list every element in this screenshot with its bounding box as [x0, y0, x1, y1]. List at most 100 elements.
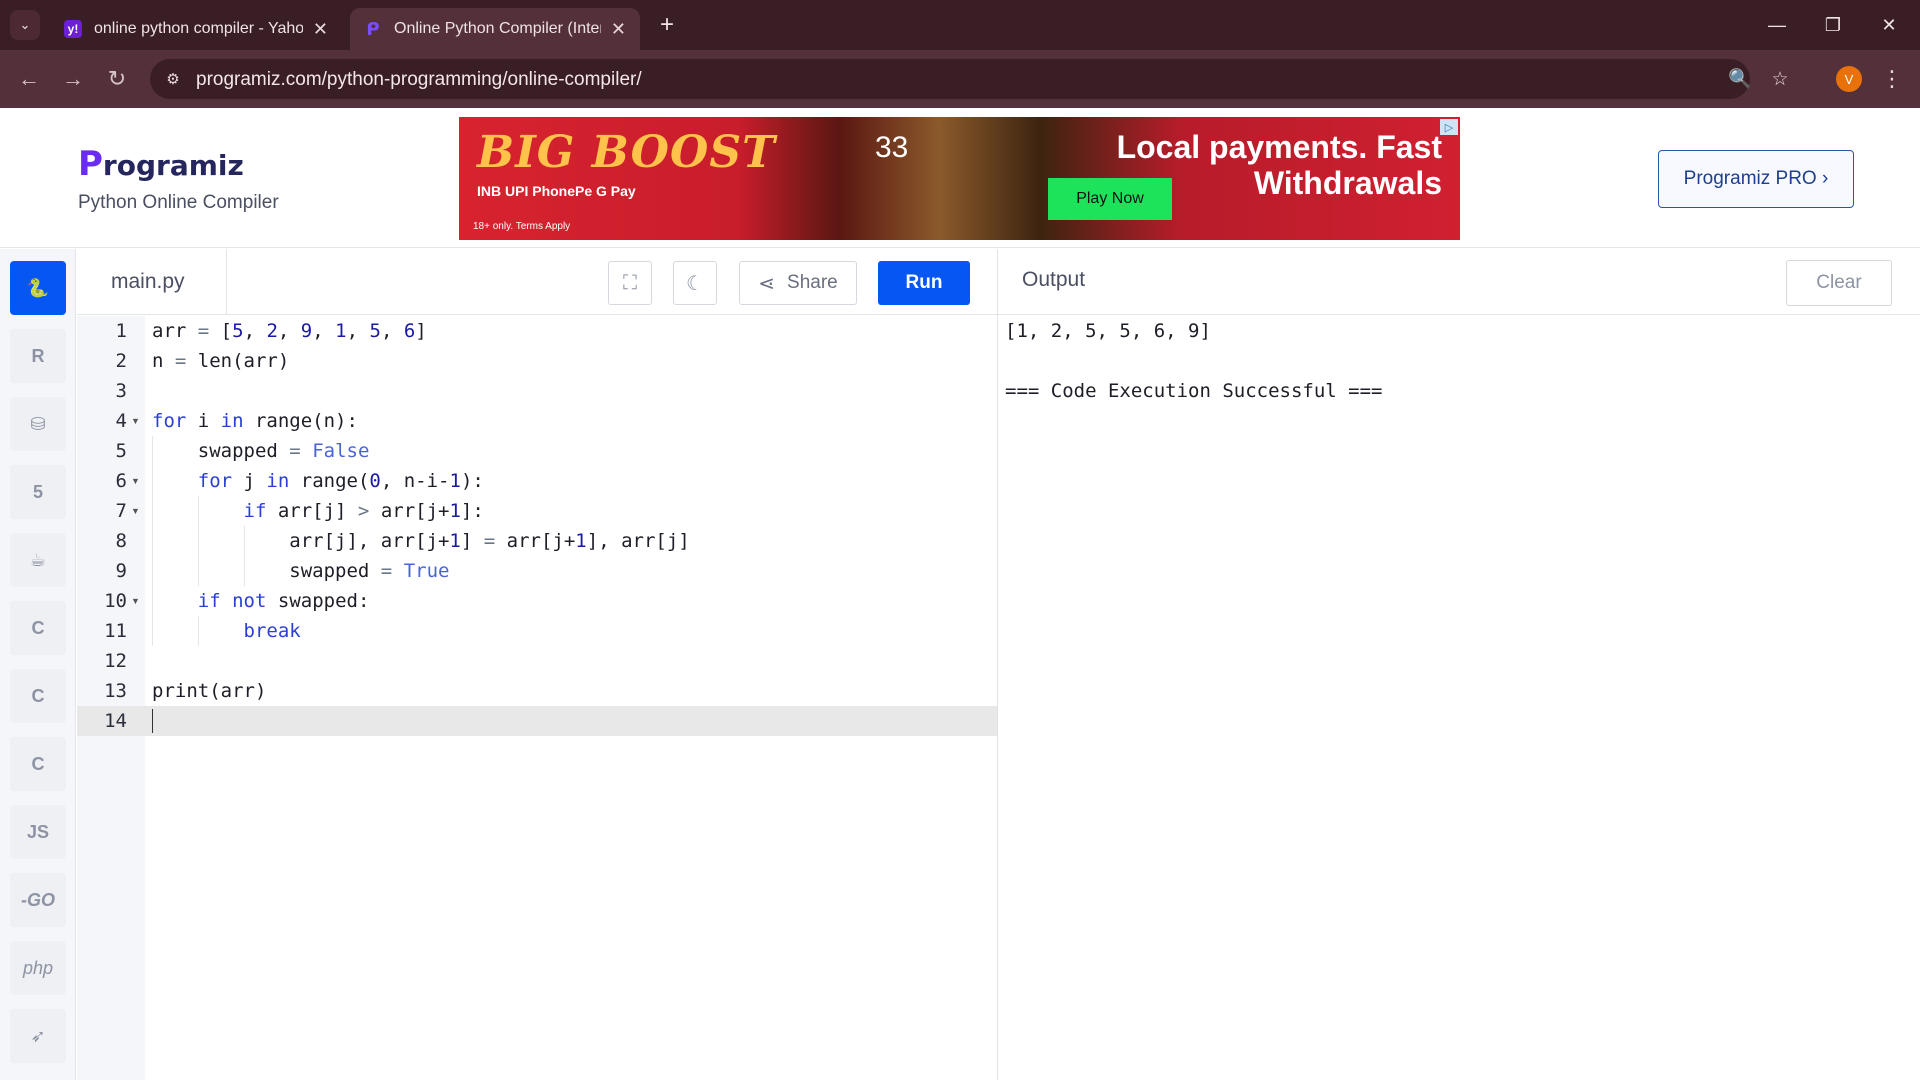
line-number: 9	[115, 560, 127, 582]
tab-title: online python compiler - Yahoo	[94, 20, 303, 37]
lang-sql-button[interactable]: ⛁	[10, 397, 66, 451]
close-icon: ✕	[1881, 14, 1897, 35]
programiz-logo[interactable]: Programiz	[78, 144, 244, 184]
line-number: 3	[115, 380, 127, 402]
site-header: Programiz Python Online Compiler BIG BOO…	[0, 108, 1920, 248]
lang-go-button[interactable]: -GO	[10, 873, 66, 927]
minimize-icon: —	[1768, 14, 1786, 35]
share-label: Share	[787, 272, 838, 293]
fold-toggle-icon[interactable]: ▼	[131, 586, 141, 616]
code-line[interactable]: arr = [5, 2, 9, 1, 5, 6]	[152, 316, 1072, 346]
new-tab-button[interactable]: +	[652, 10, 682, 40]
pane-divider[interactable]	[997, 249, 998, 1080]
code-line[interactable]: for i in range(n):	[152, 406, 1072, 436]
code-line[interactable]: n = len(arr)	[152, 346, 1072, 376]
line-number: 12	[104, 650, 127, 672]
minimize-button[interactable]: —	[1750, 8, 1804, 42]
lang-python-button[interactable]: 🐍	[10, 261, 66, 315]
programiz-pro-button[interactable]: Programiz PRO ›	[1658, 150, 1854, 208]
lang-csharp-button[interactable]: C	[10, 737, 66, 791]
site-settings-icon[interactable]: ⚙	[162, 68, 184, 90]
ad-headline-left: BIG BOOST	[477, 127, 776, 178]
java-icon: ☕	[29, 549, 47, 570]
lang-r-button[interactable]: R	[10, 329, 66, 383]
csharp-icon: C	[31, 753, 45, 774]
zoom-icon[interactable]: 🔍	[1728, 67, 1752, 91]
code-line[interactable]: swapped = True	[152, 556, 1072, 586]
cpp-icon: C	[31, 685, 45, 706]
close-icon[interactable]: ✕	[611, 19, 626, 40]
code-line[interactable]: arr[j], arr[j+1] = arr[j+1], arr[j]	[152, 526, 1072, 556]
output-line: [1, 2, 5, 5, 6, 9]	[1005, 320, 1211, 342]
code-line[interactable]: if arr[j] > arr[j+1]:	[152, 496, 1072, 526]
code-line[interactable]: swapped = False	[152, 436, 1072, 466]
bookmark-star-icon[interactable]: ☆	[1768, 67, 1792, 91]
fold-toggle-icon[interactable]: ▼	[131, 406, 141, 436]
js-icon: JS	[26, 821, 50, 842]
back-button[interactable]: ←	[14, 64, 44, 94]
close-window-button[interactable]: ✕	[1862, 8, 1916, 42]
address-bar: ← → ↻ ⚙ programiz.com/python-programming…	[0, 50, 1920, 108]
reload-button[interactable]: ↻	[102, 64, 132, 94]
fullscreen-button[interactable]: ⛶	[608, 261, 652, 305]
html5-icon: 5	[32, 481, 43, 502]
share-button[interactable]: ⋖ Share	[739, 261, 857, 305]
code-line[interactable]: if not swapped:	[152, 586, 1072, 616]
forward-button[interactable]: →	[58, 64, 88, 94]
url-text: programiz.com/python-programming/online-…	[196, 69, 642, 90]
php-icon: php	[22, 957, 54, 978]
fold-toggle-icon[interactable]: ▼	[131, 496, 141, 526]
lang-c-button[interactable]: C	[10, 601, 66, 655]
output-title: Output	[1022, 268, 1086, 291]
code-line[interactable]	[152, 376, 1072, 406]
tab-search-button[interactable]: ⌄	[10, 10, 40, 40]
ad-play-now-button[interactable]: Play Now	[1048, 178, 1172, 220]
url-field[interactable]: ⚙ programiz.com/python-programming/onlin…	[150, 59, 1789, 99]
browser-tab-yahoo[interactable]: y! online python compiler - Yahoo ✕	[50, 8, 342, 50]
lang-html-button[interactable]: 5	[10, 465, 66, 519]
clear-button[interactable]: Clear	[1786, 260, 1892, 306]
file-tab-main-py[interactable]: main.py	[77, 249, 227, 315]
language-sidebar: 🐍 R ⛁ 5 ☕ C C C JS -GO php ➶	[0, 249, 76, 1080]
browser-tab-programiz[interactable]: ᑭ Online Python Compiler (Interp ✕	[350, 8, 640, 50]
lang-javascript-button[interactable]: JS	[10, 805, 66, 859]
logo-initial: P	[78, 144, 103, 184]
advertisement-banner[interactable]: BIG BOOST INB UPI PhonePe G Pay 18+ only…	[459, 117, 1460, 240]
go-icon: -GO	[21, 889, 55, 910]
output-header: Output Clear	[998, 249, 1920, 315]
code-line[interactable]: for j in range(0, n-i-1):	[152, 466, 1072, 496]
profile-avatar[interactable]: V	[1836, 66, 1862, 92]
lang-cpp-button[interactable]: C	[10, 669, 66, 723]
line-number: 4	[115, 410, 127, 432]
lang-java-button[interactable]: ☕	[10, 533, 66, 587]
run-button[interactable]: Run	[878, 261, 970, 305]
page-subtitle: Python Online Compiler	[78, 192, 279, 213]
line-number: 14	[104, 710, 127, 732]
lang-swift-button[interactable]: ➶	[10, 1009, 66, 1063]
r-icon: R	[31, 345, 45, 366]
line-number: 2	[115, 350, 127, 372]
lang-php-button[interactable]: php	[10, 941, 66, 995]
code-line[interactable]	[152, 646, 1072, 676]
close-icon[interactable]: ✕	[313, 19, 328, 40]
database-icon: ⛁	[30, 413, 46, 434]
fold-toggle-icon[interactable]: ▼	[131, 466, 141, 496]
editor-toolbar: main.py ⛶ ☾ ⋖ Share Run	[77, 249, 997, 315]
tab-title: Online Python Compiler (Interp	[394, 20, 601, 37]
code-line[interactable]: break	[152, 616, 1072, 646]
code-line[interactable]	[152, 706, 1072, 736]
ad-choices-icon[interactable]: ▷	[1440, 119, 1458, 135]
c-icon: C	[31, 617, 45, 638]
restore-button[interactable]: ❐	[1806, 8, 1860, 42]
plus-icon: +	[659, 11, 674, 38]
line-number: 8	[115, 530, 127, 552]
code-line[interactable]: print(arr)	[152, 676, 1072, 706]
fullscreen-icon: ⛶	[623, 271, 637, 294]
share-icon: ⋖	[758, 272, 776, 295]
logo-text: rogramiz	[102, 149, 244, 182]
dark-mode-button[interactable]: ☾	[673, 261, 717, 305]
programiz-icon: ᑭ	[366, 18, 380, 39]
browser-menu-icon[interactable]: ⋮	[1880, 64, 1904, 94]
line-number: 7	[115, 500, 127, 522]
yahoo-icon: y!	[64, 20, 82, 38]
